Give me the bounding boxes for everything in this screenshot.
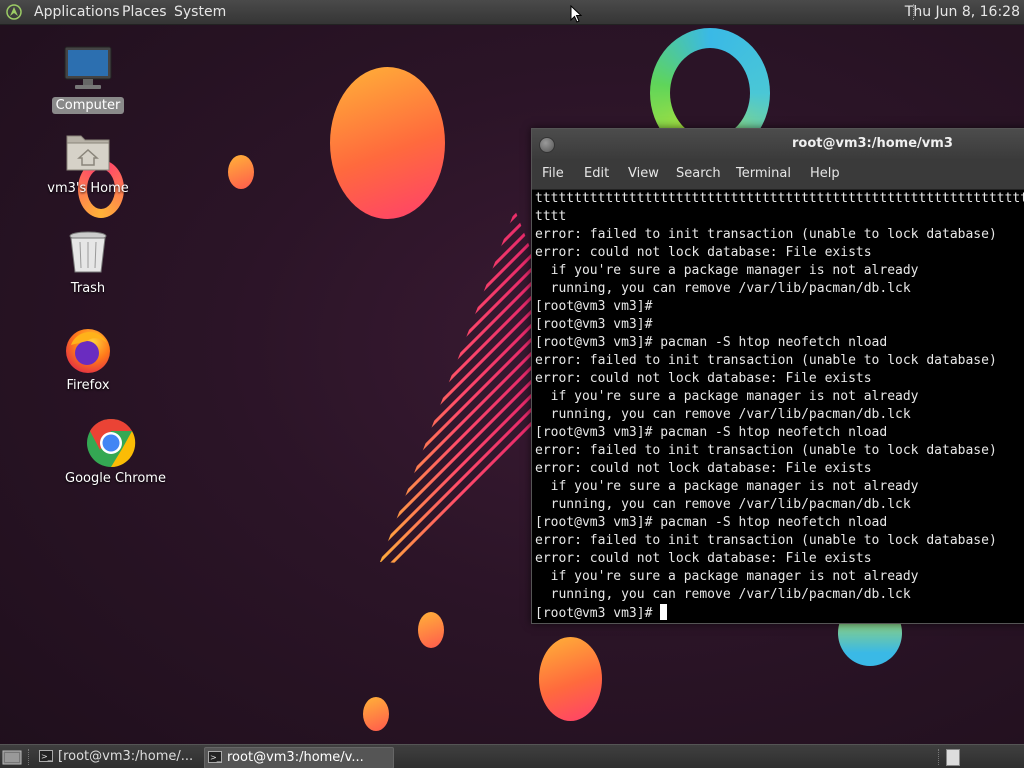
terminal-line: error: failed to init transaction (unabl… [535, 443, 997, 458]
desktop-icon-label: Google Chrome [65, 471, 166, 486]
terminal-line: running, you can remove /var/lib/pacman/… [535, 281, 911, 296]
clock[interactable]: Thu Jun 8, 16:28 [905, 0, 1020, 24]
workspace-switcher[interactable] [946, 749, 960, 766]
terminal-line: [root@vm3 vm3]# pacman -S htop neofetch … [535, 335, 888, 350]
terminal-app-icon: >_ [208, 751, 222, 763]
terminal-line: [root@vm3 vm3]# pacman -S htop neofetch … [535, 515, 888, 530]
wallpaper-small-blob [228, 155, 254, 189]
taskbar-item-label: root@vm3:/home/v... [227, 750, 364, 765]
wallpaper-striped-triangle [380, 210, 535, 570]
desktop-icon-label: Trash [70, 281, 106, 296]
terminal-line: error: could not lock database: File exi… [535, 461, 872, 476]
menu-help[interactable]: Help [810, 159, 840, 189]
firefox-icon [63, 325, 113, 375]
terminal-line: error: failed to init transaction (unabl… [535, 227, 997, 242]
wallpaper-orange-blob [539, 637, 602, 721]
mouse-pointer-icon [570, 5, 582, 23]
chrome-icon [86, 418, 136, 468]
desktop-icon-home[interactable]: vm3's Home [38, 128, 138, 197]
bottom-panel: >_ [root@vm3:/home/... >_ root@vm3:/home… [0, 744, 1024, 768]
desktop-icon-label: Firefox [66, 378, 110, 393]
terminal-prompt: [root@vm3 vm3]# [535, 606, 661, 621]
arch-logo-icon[interactable] [6, 4, 22, 20]
terminal-line: [root@vm3 vm3]# [535, 299, 653, 314]
desktop-icon-label: vm3's Home [47, 181, 129, 196]
terminal-prompt-line[interactable]: [root@vm3 vm3]# [535, 604, 1024, 622]
terminal-line: error: failed to init transaction (unabl… [535, 353, 997, 368]
terminal-app-icon: >_ [39, 750, 53, 762]
desktop-icon-firefox[interactable]: Firefox [38, 325, 138, 394]
terminal-line: if you're sure a package manager is not … [535, 263, 919, 278]
terminal-cursor [660, 604, 668, 620]
menu-view[interactable]: View [628, 159, 659, 189]
taskbar-item-label: [root@vm3:/home/... [58, 749, 194, 764]
terminal-line: running, you can remove /var/lib/pacman/… [535, 407, 911, 422]
computer-icon [63, 45, 113, 95]
wallpaper-orange-blob [330, 67, 445, 219]
terminal-line: [root@vm3 vm3]# pacman -S htop neofetch … [535, 425, 888, 440]
window-titlebar[interactable]: root@vm3:/home/vm3 [532, 129, 1024, 159]
desktop-icon-computer[interactable]: Computer [38, 45, 138, 114]
menu-applications[interactable]: Applications [34, 0, 120, 24]
terminal-output[interactable]: tttttttttttttttttttttttttttttttttttttttt… [532, 190, 1024, 623]
trash-icon [63, 228, 113, 278]
terminal-line: [root@vm3 vm3]# [535, 317, 653, 332]
window-title: root@vm3:/home/vm3 [792, 136, 953, 151]
wallpaper-small-blob [363, 697, 389, 731]
desktop-icon-label: Computer [51, 97, 125, 114]
menu-file[interactable]: File [542, 159, 564, 189]
menu-system[interactable]: System [174, 0, 226, 24]
wallpaper-small-blob [418, 612, 444, 648]
terminal-line: tttttttttttttttttttttttttttttttttttttttt… [535, 191, 1024, 206]
terminal-line: if you're sure a package manager is not … [535, 479, 919, 494]
panel-separator [938, 749, 939, 765]
taskbar-item-terminal-active[interactable]: >_ root@vm3:/home/v... [204, 747, 394, 768]
menu-places[interactable]: Places [122, 0, 167, 24]
menu-edit[interactable]: Edit [584, 159, 609, 189]
desktop-icon-trash[interactable]: Trash [38, 228, 138, 297]
terminal-line: if you're sure a package manager is not … [535, 569, 919, 584]
terminal-line: error: failed to init transaction (unabl… [535, 533, 997, 548]
home-folder-icon [63, 128, 113, 178]
terminal-line: running, you can remove /var/lib/pacman/… [535, 587, 911, 602]
taskbar-item-terminal[interactable]: >_ [root@vm3:/home/... [36, 747, 220, 767]
terminal-line: running, you can remove /var/lib/pacman/… [535, 497, 911, 512]
terminal-line: if you're sure a package manager is not … [535, 389, 919, 404]
menu-search[interactable]: Search [676, 159, 721, 189]
menu-terminal[interactable]: Terminal [736, 159, 791, 189]
terminal-menubar: File Edit View Search Terminal Help [532, 159, 1024, 190]
show-desktop-icon[interactable] [2, 748, 22, 766]
panel-separator [28, 749, 29, 765]
terminal-line: error: could not lock database: File exi… [535, 371, 872, 386]
terminal-line: error: could not lock database: File exi… [535, 245, 872, 260]
top-panel: Applications Places System Thu Jun 8, 16… [0, 0, 1024, 25]
terminal-line: error: could not lock database: File exi… [535, 551, 872, 566]
terminal-window[interactable]: root@vm3:/home/vm3 File Edit View Search… [531, 128, 1024, 624]
desktop-icon-chrome[interactable]: Google Chrome [61, 418, 166, 487]
window-close-icon[interactable] [539, 137, 555, 153]
terminal-line: tttt [535, 209, 567, 224]
